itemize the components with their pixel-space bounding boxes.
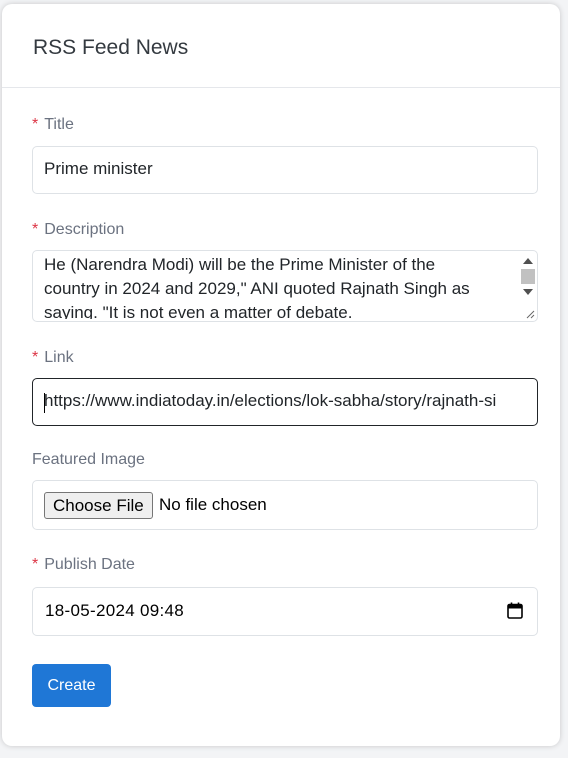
description-line: He (Narendra Modi) will be the Prime Min… [44, 255, 436, 274]
create-button[interactable]: Create [32, 664, 111, 707]
file-status-text: No file chosen [159, 495, 267, 514]
featured-image-label: Featured Image [32, 451, 145, 469]
featured-image-file-input[interactable]: Choose File No file chosen [32, 480, 538, 530]
required-marker: * [32, 556, 39, 573]
description-textarea[interactable]: He (Narendra Modi) will be the Prime Min… [32, 250, 538, 322]
resize-grip-icon[interactable] [525, 309, 535, 319]
link-label-text: Link [44, 349, 74, 366]
publish-date-label: * Publish Date [32, 556, 135, 574]
scroll-up-arrow-icon[interactable] [523, 258, 533, 264]
page-title: RSS Feed News [33, 36, 189, 59]
required-marker: * [32, 221, 39, 238]
card-header: RSS Feed News [2, 4, 560, 88]
title-label-text: Title [44, 116, 74, 133]
rss-feed-card: RSS Feed News * Title Prime minister * Des… [2, 4, 560, 746]
description-line: country in 2024 and 2029," ANI quoted Ra… [44, 279, 470, 298]
description-line: saying. "It is not even a matter of deba… [44, 303, 353, 319]
featured-image-label-text: Featured Image [32, 451, 145, 468]
description-text: He (Narendra Modi) will be the Prime Min… [44, 253, 513, 319]
scroll-down-arrow-icon[interactable] [523, 289, 533, 295]
title-label: * Title [32, 116, 74, 134]
required-marker: * [32, 349, 39, 366]
title-input-value: Prime minister [44, 159, 153, 178]
link-input[interactable]: https://www.indiatoday.in/elections/lok-… [32, 378, 538, 426]
description-label-text: Description [44, 221, 125, 238]
calendar-icon[interactable] [507, 602, 523, 619]
title-input[interactable]: Prime minister [32, 146, 538, 194]
publish-date-input[interactable]: 18-05-2024 09:48 [32, 587, 538, 636]
publish-date-value: 18-05-2024 09:48 [45, 601, 185, 620]
link-label: * Link [32, 349, 74, 367]
description-label: * Description [32, 221, 124, 239]
publish-date-label-text: Publish Date [44, 556, 135, 573]
text-cursor [44, 393, 45, 413]
required-marker: * [32, 116, 39, 133]
scrollbar-thumb[interactable] [521, 269, 535, 284]
link-input-value: https://www.indiatoday.in/elections/lok-… [44, 391, 497, 410]
choose-file-button[interactable]: Choose File [44, 492, 153, 519]
